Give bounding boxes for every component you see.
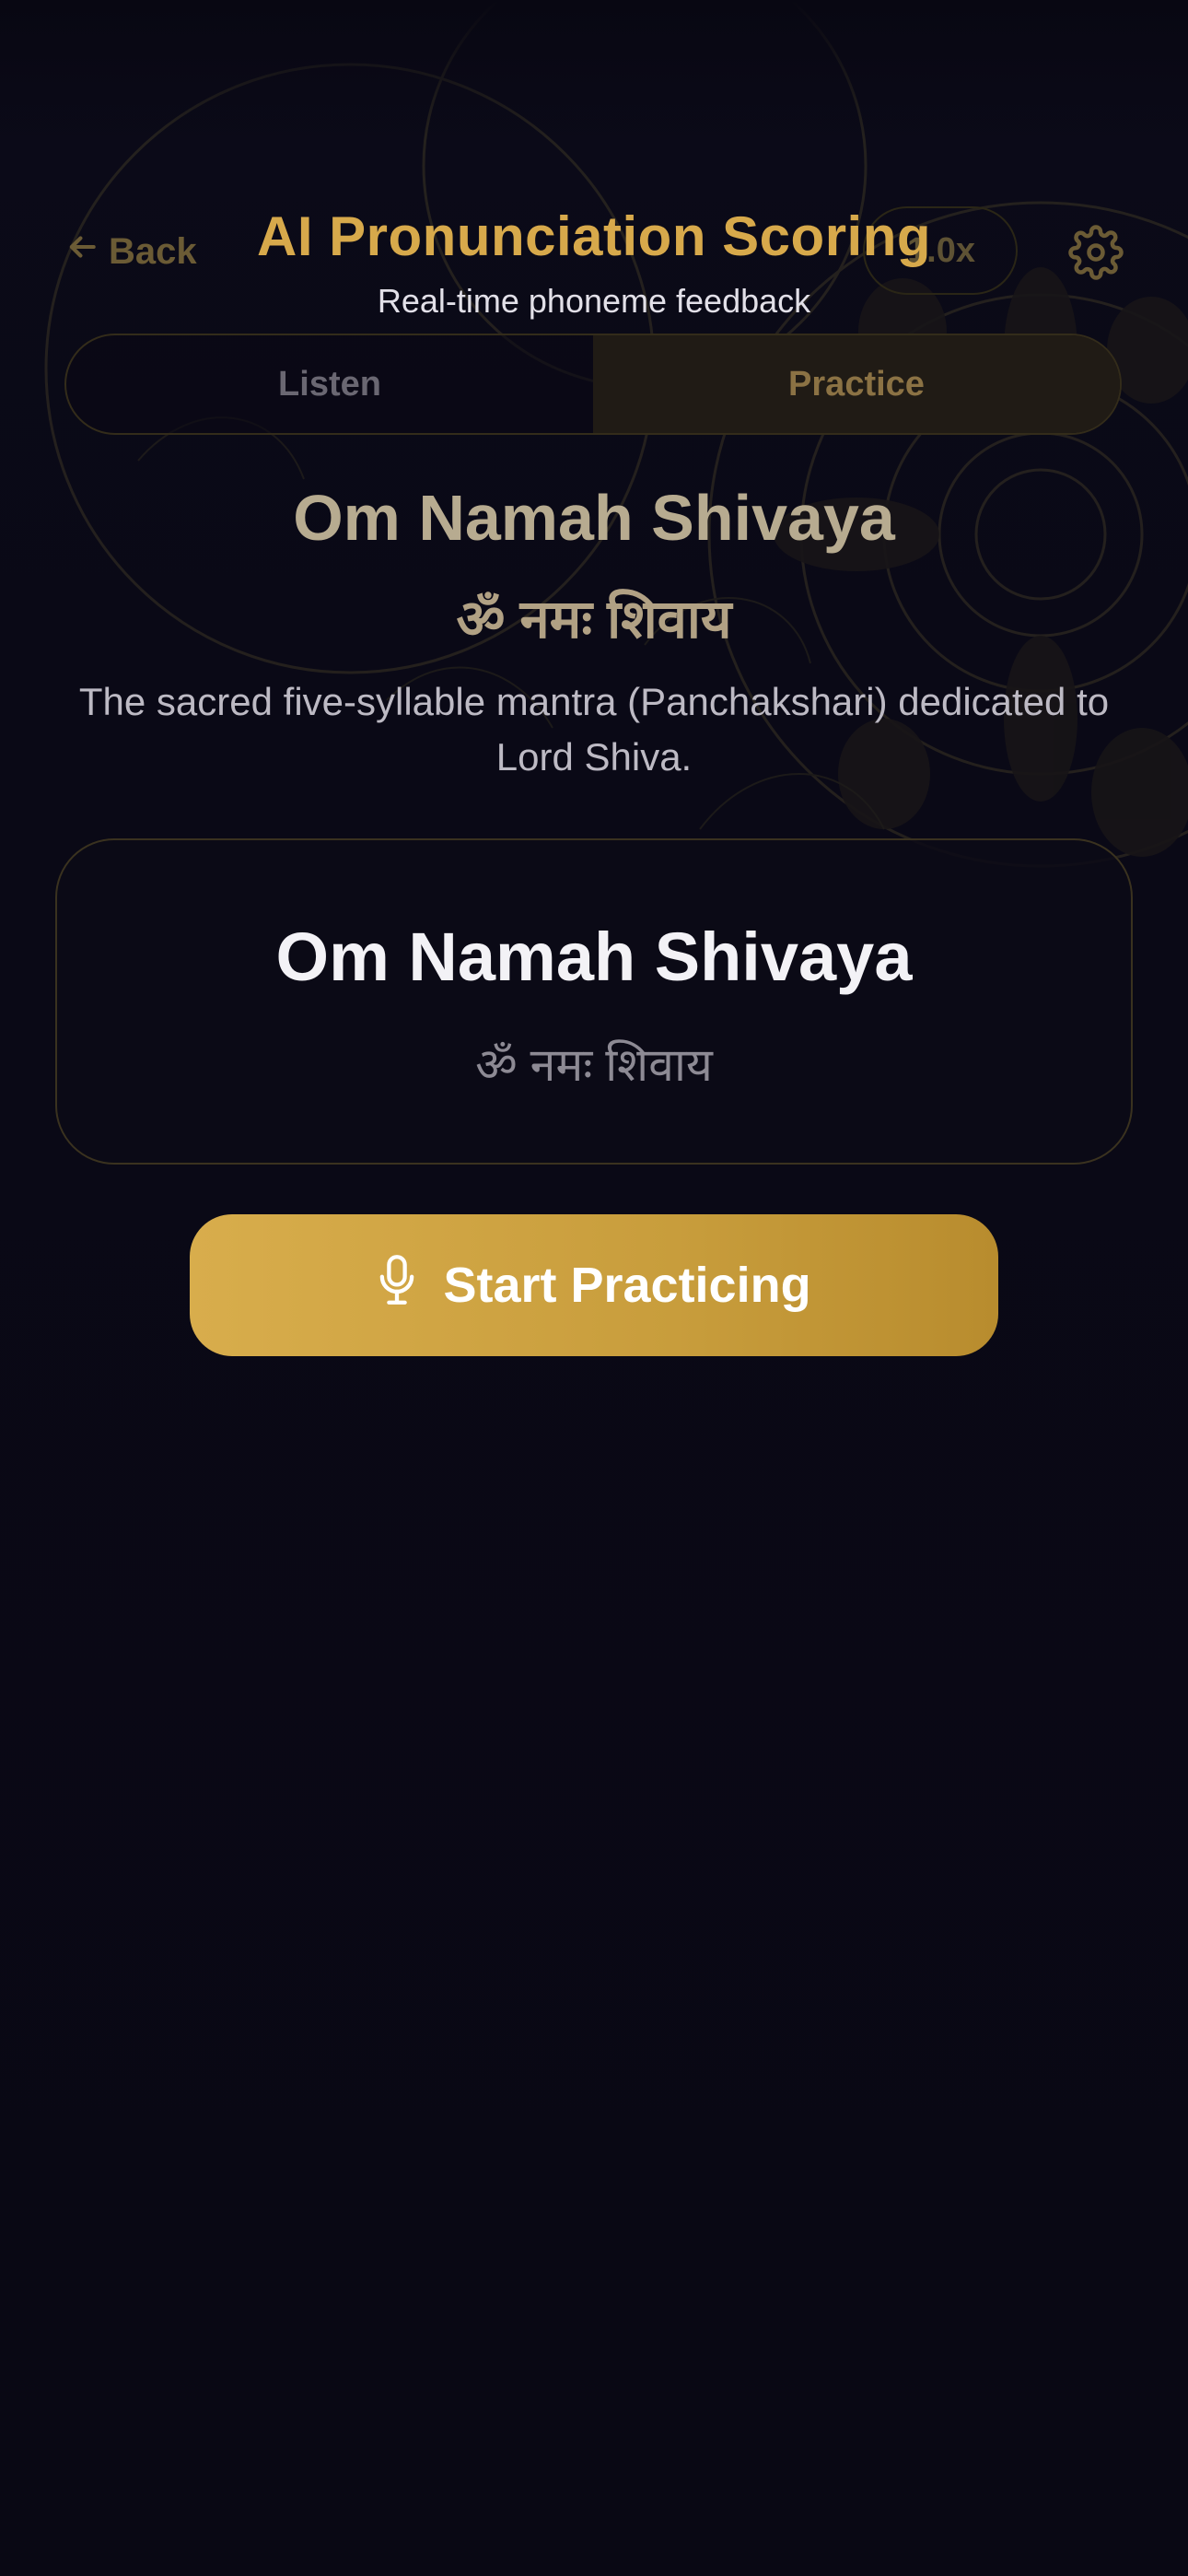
tab-listen[interactable]: Listen bbox=[66, 335, 593, 433]
card-mantra-title: Om Namah Shivaya bbox=[275, 919, 913, 995]
microphone-icon bbox=[377, 1254, 417, 1317]
top-fade bbox=[0, 0, 1188, 138]
mantra-devanagari: ॐ नमः शिवाय bbox=[456, 590, 732, 650]
practice-screen: Back 1.0x AI Pronunciation Scoring Real-… bbox=[0, 0, 1188, 2576]
mantra-title: Om Namah Shivaya bbox=[293, 482, 895, 554]
page-subtitle: Real-time phoneme feedback bbox=[377, 282, 811, 320]
page-title: AI Pronunciation Scoring bbox=[256, 205, 932, 267]
start-practicing-button[interactable]: Start Practicing bbox=[190, 1214, 998, 1356]
tab-practice[interactable]: Practice bbox=[593, 335, 1120, 433]
gear-icon[interactable] bbox=[1068, 225, 1124, 280]
mantra-description: The sacred five-syllable mantra (Panchak… bbox=[78, 680, 1110, 779]
mode-tabs: Listen Practice bbox=[64, 334, 1122, 435]
card-mantra-devanagari: ॐ नमः शिवाय bbox=[475, 1039, 713, 1091]
start-practicing-label: Start Practicing bbox=[443, 1258, 811, 1313]
practice-card: Om Namah Shivaya ॐ नमः शिवाय bbox=[55, 838, 1133, 1165]
